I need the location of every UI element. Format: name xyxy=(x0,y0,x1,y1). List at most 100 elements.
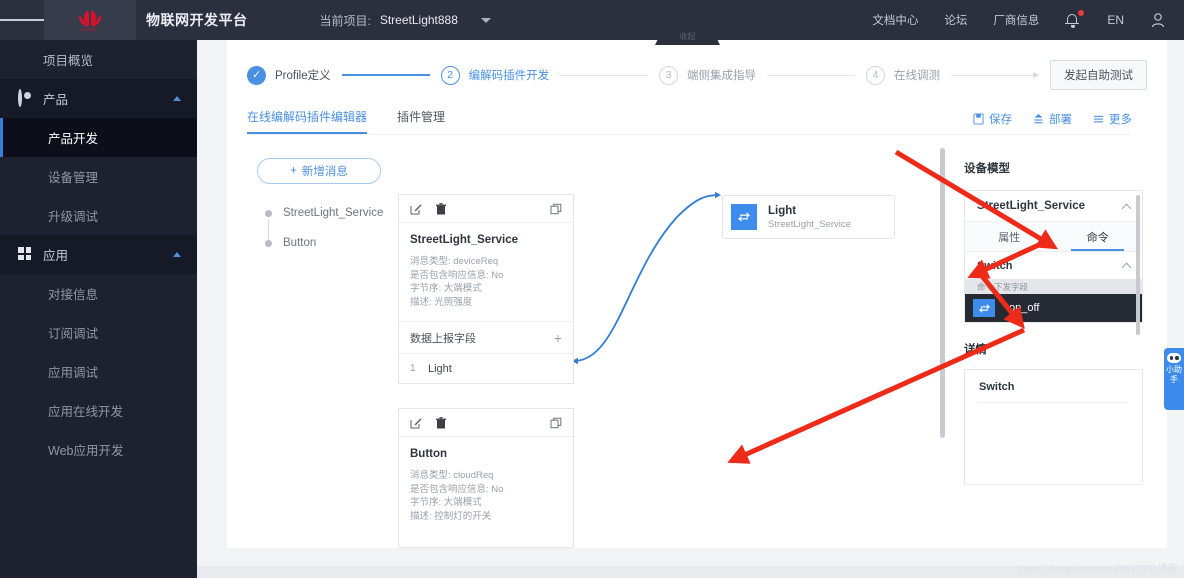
chevron-up-icon[interactable] xyxy=(1121,262,1132,273)
message-prop-byteorder: 字节序: 大端模式 xyxy=(410,497,482,508)
step-2[interactable]: 2 编解码插件开发 xyxy=(440,65,550,85)
step-1[interactable]: ✓ Profile定义 xyxy=(247,65,331,85)
detail-title: 详情 xyxy=(964,344,987,356)
sidebar-item-subscription-debug[interactable]: 订阅调试 xyxy=(0,313,197,352)
sidebar-item-product-dev[interactable]: 产品开发 xyxy=(0,118,197,157)
header-link-forum[interactable]: 论坛 xyxy=(944,12,967,28)
message-prop-response: 是否包含响应信息: No xyxy=(410,269,504,281)
project-value: StreetLight888 xyxy=(379,13,458,27)
sidebar-item-overview[interactable]: 项目概览 xyxy=(0,40,197,79)
command-name: Switch xyxy=(977,259,1013,272)
save-button[interactable]: 保存 xyxy=(973,111,1012,127)
node-text-group: Light StreetLight_Service xyxy=(768,204,851,231)
sidebar-group-product[interactable]: 产品 xyxy=(0,79,197,118)
notification-dot xyxy=(1078,10,1085,16)
watermark: https://blog.csdn.net@51CTO博客 xyxy=(1017,564,1178,575)
bell-body xyxy=(1065,14,1080,25)
sidebar-item-device-mgmt[interactable]: 设备管理 xyxy=(0,157,197,196)
collapse-handle[interactable]: 收起 xyxy=(655,27,720,45)
product-icon xyxy=(18,89,33,107)
sidebar-item-label: Web应用开发 xyxy=(48,444,124,458)
message-prop-type: 消息类型: deviceReq xyxy=(410,256,499,267)
step-4-label: 在线调测 xyxy=(894,70,941,82)
tab-plugin-management[interactable]: 插件管理 xyxy=(397,108,445,132)
assistant-widget[interactable]: 小助手 xyxy=(1164,348,1184,410)
command-field-on-off[interactable]: on_off xyxy=(965,294,1142,322)
model-box-scrollbar[interactable] xyxy=(1136,195,1140,335)
hamburger-icon[interactable] xyxy=(0,0,45,40)
message-card-button[interactable]: Button 消息类型: cloudReq 是否包含响应信息: No 字节序: … xyxy=(398,408,574,548)
notification-bell-icon[interactable] xyxy=(1065,10,1085,29)
message-prop-description: 描述: 控制灯的开关 xyxy=(410,510,492,522)
language-switch[interactable]: EN xyxy=(1107,13,1124,27)
message-prop-byteorder: 字节序: 大端模式 xyxy=(410,283,482,294)
sidebar-item-label: 设备管理 xyxy=(48,171,99,185)
message-prop-description: 描述: 光照强度 xyxy=(410,296,473,308)
platform-title: 物联网开发平台 xyxy=(146,12,248,28)
copy-icon[interactable] xyxy=(550,203,562,215)
message-field-row[interactable]: 1 Light xyxy=(399,353,573,383)
hamburger-bar xyxy=(29,19,45,21)
sidebar-item-label: 应用在线开发 xyxy=(48,405,124,419)
more-button[interactable]: 更多 xyxy=(1093,111,1132,127)
edit-icon[interactable] xyxy=(410,417,422,429)
step-4[interactable]: 4 在线调测 xyxy=(866,65,941,85)
huawei-logo[interactable]: HUAWEI xyxy=(44,0,136,40)
step-connector-1 xyxy=(341,74,430,76)
field-name: Light xyxy=(428,362,452,375)
sidebar-item-app-online-dev[interactable]: 应用在线开发 xyxy=(0,391,197,430)
add-field-icon[interactable]: + xyxy=(554,330,562,346)
sidebar-item-app-debug[interactable]: 应用调试 xyxy=(0,352,197,391)
header-link-docs[interactable]: 文档中心 xyxy=(872,12,918,28)
codec-canvas[interactable]: + 新增消息 StreetLight_Service Button Street… xyxy=(227,142,942,548)
bell-clapper xyxy=(1071,25,1076,28)
message-card-body: Button 消息类型: cloudReq 是否包含响应信息: No 字节序: … xyxy=(399,437,573,535)
step-3[interactable]: 3 端侧集成指导 xyxy=(659,65,756,85)
step-2-label: 编解码插件开发 xyxy=(468,70,550,82)
chevron-up-icon[interactable] xyxy=(173,252,181,257)
header-link-vendor[interactable]: 厂商信息 xyxy=(993,12,1039,28)
message-card-streetlight-service[interactable]: StreetLight_Service 消息类型: deviceReq 是否包含… xyxy=(398,194,574,384)
message-card-header xyxy=(399,195,573,223)
sidebar-item-upgrade-debug[interactable]: 升级调试 xyxy=(0,196,197,235)
message-prop-type: 消息类型: cloudReq xyxy=(410,470,494,481)
swap-arrow-icon xyxy=(731,204,757,230)
message-card-title: Button xyxy=(410,448,448,460)
user-avatar-icon[interactable] xyxy=(1150,12,1166,28)
step-connector-3 xyxy=(767,74,856,76)
sidebar-item-web-app-dev[interactable]: Web应用开发 xyxy=(0,430,197,469)
hamburger-bar xyxy=(14,19,30,21)
hamburger-bar xyxy=(0,19,15,21)
copy-icon[interactable] xyxy=(550,417,562,429)
sidebar: 项目概览 产品 产品开发 设备管理 升级调试 应用 对接信息 订阅调试 应用调试… xyxy=(0,40,197,578)
canvas-scrollbar[interactable] xyxy=(940,148,945,438)
application-icon xyxy=(18,247,33,262)
trash-icon[interactable] xyxy=(435,202,447,215)
sidebar-item-label: 对接信息 xyxy=(48,288,99,302)
project-selector[interactable]: 当前项目: StreetLight888 xyxy=(320,12,491,29)
step-2-circle: 2 xyxy=(440,65,460,85)
command-field-group-title: 命令下发字段 xyxy=(965,279,1142,294)
project-label: 当前项目: xyxy=(319,13,371,28)
chevron-down-icon[interactable] xyxy=(480,17,491,23)
tab-properties[interactable]: 属性 xyxy=(965,222,1054,251)
detail-item-name: Switch xyxy=(979,381,1128,403)
chevron-up-icon[interactable] xyxy=(1121,203,1132,213)
sidebar-group-application[interactable]: 应用 xyxy=(0,235,197,274)
service-row[interactable]: StreetLight_Service xyxy=(965,191,1142,221)
sidebar-item-label: 项目概览 xyxy=(43,54,94,68)
tab-codec-editor[interactable]: 在线编解码插件编辑器 xyxy=(247,108,368,134)
start-self-test-button[interactable]: 发起自助测试 xyxy=(1049,60,1147,90)
tab-commands[interactable]: 命令 xyxy=(1054,222,1143,251)
assistant-label: 小助手 xyxy=(1166,365,1182,384)
edit-icon[interactable] xyxy=(410,203,422,215)
deploy-button[interactable]: 部署 xyxy=(1033,111,1072,127)
trash-icon[interactable] xyxy=(435,416,447,429)
chevron-up-icon[interactable] xyxy=(173,96,181,101)
sidebar-item-integration-info[interactable]: 对接信息 xyxy=(0,274,197,313)
device-node-light[interactable]: Light StreetLight_Service xyxy=(722,195,895,239)
header-right-group: 文档中心 论坛 厂商信息 EN xyxy=(872,10,1184,29)
swap-arrow-glyph xyxy=(738,212,750,222)
command-row[interactable]: Switch xyxy=(965,251,1142,279)
more-label: 更多 xyxy=(1109,114,1132,126)
